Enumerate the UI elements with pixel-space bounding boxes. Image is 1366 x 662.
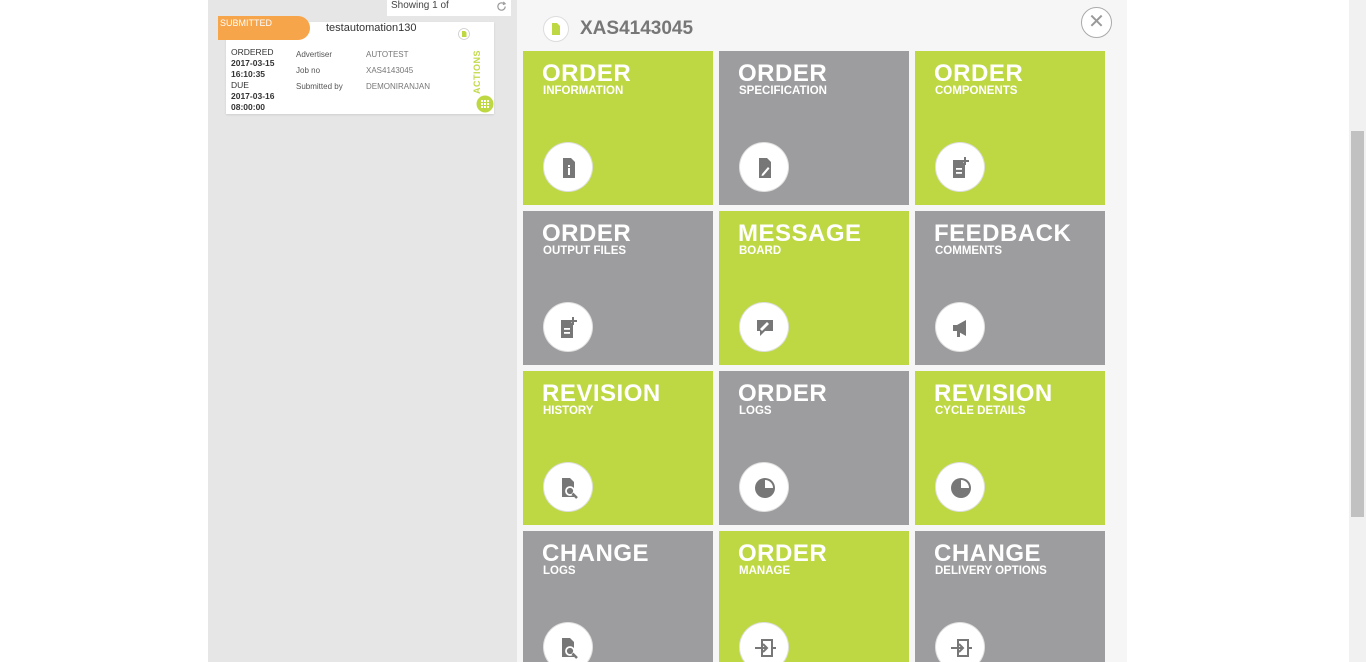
due-date: 2017-03-16 bbox=[231, 91, 275, 101]
ordered-label: ORDERED bbox=[231, 47, 274, 57]
tile-change-logs[interactable]: CHANGE LOGS bbox=[523, 531, 713, 662]
clock-icon bbox=[739, 462, 789, 512]
status-badge: SUBMITTED bbox=[218, 16, 310, 40]
tile-title: ORDER bbox=[738, 540, 828, 567]
tile-title: CHANGE bbox=[934, 540, 1042, 567]
refresh-icon[interactable] bbox=[496, 1, 507, 12]
submitted-by-label: Submitted by bbox=[296, 82, 343, 91]
tile-order-components[interactable]: ORDER COMPONENTS bbox=[915, 51, 1105, 205]
tile-subtitle: INFORMATION bbox=[543, 85, 624, 97]
tile-order-manage[interactable]: ORDER MANAGE bbox=[719, 531, 909, 662]
tile-subtitle: COMPONENTS bbox=[935, 85, 1018, 97]
edit-document-icon bbox=[739, 142, 789, 192]
actions-grid-icon[interactable] bbox=[476, 95, 494, 113]
megaphone-icon bbox=[935, 302, 985, 352]
search-document-icon bbox=[543, 462, 593, 512]
tile-revision-history[interactable]: REVISION HISTORY bbox=[523, 371, 713, 525]
tile-title: FEEDBACK bbox=[934, 220, 1072, 247]
tile-title: ORDER bbox=[542, 220, 632, 247]
order-number-title: XAS4143045 bbox=[580, 18, 694, 39]
clock-icon bbox=[935, 462, 985, 512]
job-title[interactable]: testautomation130 bbox=[326, 23, 436, 34]
tile-title: MESSAGE bbox=[738, 220, 862, 247]
tile-title: ORDER bbox=[934, 60, 1024, 87]
due-label: DUE bbox=[231, 80, 249, 90]
add-document-icon bbox=[935, 142, 985, 192]
message-icon bbox=[739, 302, 789, 352]
transfer-icon bbox=[935, 622, 985, 662]
tile-order-specification[interactable]: ORDER SPECIFICATION bbox=[719, 51, 909, 205]
tile-subtitle: LOGS bbox=[543, 565, 576, 577]
close-button[interactable]: ✕ bbox=[1081, 7, 1112, 38]
jobno-label: Job no bbox=[296, 66, 321, 75]
tile-subtitle: OUTPUT FILES bbox=[543, 245, 627, 257]
tile-order-logs[interactable]: ORDER LOGS bbox=[719, 371, 909, 525]
job-dates: ORDERED 2017-03-15 16:10:35 DUE 2017-03-… bbox=[231, 47, 274, 113]
scrollbar-thumb[interactable] bbox=[1351, 131, 1364, 517]
jobno-value: XAS4143045 bbox=[366, 66, 414, 75]
tile-order-information[interactable]: ORDER INFORMATION bbox=[523, 51, 713, 205]
submitted-by-value: DEMONIRANJAN bbox=[366, 82, 431, 91]
tile-title: CHANGE bbox=[542, 540, 650, 567]
document-icon bbox=[458, 28, 470, 40]
tile-title: ORDER bbox=[738, 380, 828, 407]
tile-subtitle: SPECIFICATION bbox=[739, 85, 827, 97]
add-document-icon bbox=[543, 302, 593, 352]
search-document-icon bbox=[543, 622, 593, 662]
tile-subtitle: COMMENTS bbox=[935, 245, 1003, 257]
tile-subtitle: DELIVERY OPTIONS bbox=[935, 565, 1047, 577]
tile-subtitle: MANAGE bbox=[739, 565, 791, 577]
showing-text: Showing 1 of bbox=[391, 0, 449, 11]
tile-subtitle: BOARD bbox=[739, 245, 782, 257]
advertiser-label: Advertiser bbox=[296, 50, 333, 59]
tile-change-delivery-options[interactable]: CHANGE DELIVERY OPTIONS bbox=[915, 531, 1105, 662]
info-document-icon bbox=[543, 142, 593, 192]
tile-subtitle: CYCLE DETAILS bbox=[935, 405, 1026, 417]
ordered-time: 16:10:35 bbox=[231, 69, 266, 79]
tile-order-output-files[interactable]: ORDER OUTPUT FILES bbox=[523, 211, 713, 365]
tile-subtitle: HISTORY bbox=[543, 405, 594, 417]
transfer-icon bbox=[739, 622, 789, 662]
ordered-date: 2017-03-15 bbox=[231, 58, 275, 68]
tile-revision-cycle-details[interactable]: REVISION CYCLE DETAILS bbox=[915, 371, 1105, 525]
close-icon: ✕ bbox=[1088, 11, 1105, 33]
tile-title: REVISION bbox=[542, 380, 661, 407]
tile-title: ORDER bbox=[738, 60, 828, 87]
tile-title: ORDER bbox=[542, 60, 632, 87]
order-document-icon bbox=[543, 16, 569, 42]
actions-label[interactable]: ACTIONS bbox=[472, 50, 482, 94]
tile-title: REVISION bbox=[934, 380, 1053, 407]
tile-feedback-comments[interactable]: FEEDBACK COMMENTS bbox=[915, 211, 1105, 365]
showing-count: Showing 1 of bbox=[387, 0, 511, 16]
tile-message-board[interactable]: MESSAGE BOARD bbox=[719, 211, 909, 365]
advertiser-value: AUTOTEST bbox=[366, 50, 409, 59]
due-time: 08:00:00 bbox=[231, 102, 266, 112]
tile-subtitle: LOGS bbox=[739, 405, 772, 417]
